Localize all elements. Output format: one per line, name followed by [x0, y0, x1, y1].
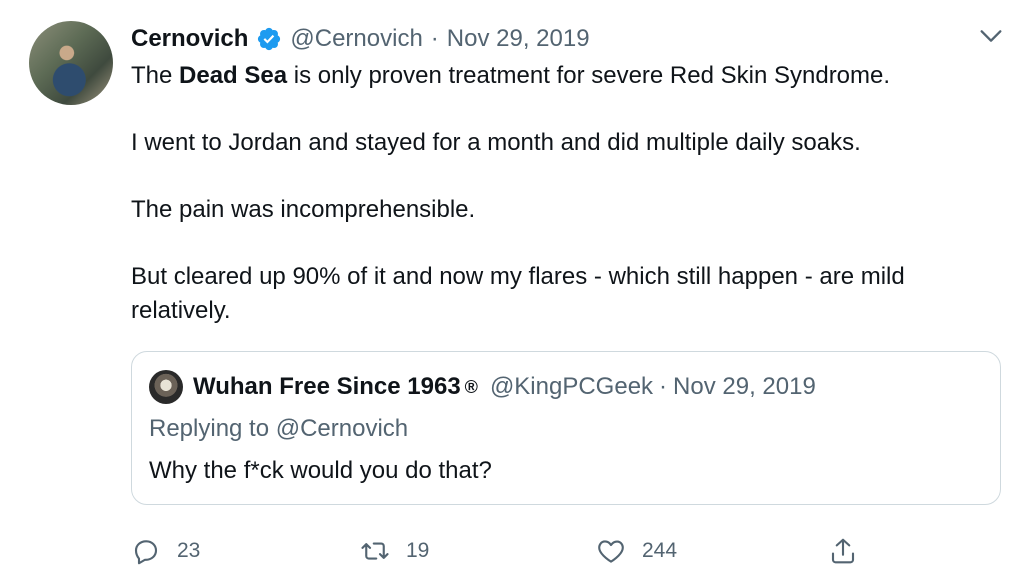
like-count: 244: [642, 539, 678, 562]
registered-mark: ®: [464, 376, 478, 397]
quoted-author-handle: @KingPCGeek: [489, 373, 654, 400]
retweet-button[interactable]: 19: [360, 534, 429, 568]
reply-count: 23: [177, 539, 201, 562]
tweet-text-line-4: But cleared up 90% of it and now my flar…: [131, 263, 905, 324]
quoted-tweet-header: Wuhan Free Since 1963 ® @KingPCGeek · No…: [193, 370, 816, 404]
retweet-count: 19: [406, 539, 430, 562]
quoted-author-name: Wuhan Free Since 1963: [193, 373, 461, 400]
tweet-header: Cernovich @Cernovich · Nov 29, 2019: [131, 22, 590, 56]
like-button[interactable]: 244: [596, 534, 677, 568]
separator-dot: ·: [430, 25, 439, 52]
tweet-actions: 23 19 244: [131, 534, 871, 568]
heart-icon: [598, 540, 624, 563]
author-name[interactable]: Cernovich: [131, 25, 248, 53]
tweet-date[interactable]: Nov 29, 2019: [447, 25, 590, 53]
author-handle[interactable]: @Cernovich: [290, 25, 422, 53]
replying-to: Replying to @Cernovich: [149, 415, 409, 442]
quoted-separator-dot: ·: [659, 373, 668, 400]
author-avatar[interactable]: [29, 21, 113, 105]
quoted-tweet[interactable]: Wuhan Free Since 1963 ® @KingPCGeek · No…: [131, 351, 1001, 505]
chevron-down-icon[interactable]: [977, 22, 1005, 50]
tweet-text-suffix: is only proven treatment for severe Red …: [287, 62, 891, 89]
tweet-text-prefix: The: [131, 62, 180, 89]
reply-button[interactable]: 23: [131, 534, 200, 568]
quoted-author-avatar: [149, 370, 183, 404]
verified-badge-icon: [258, 27, 281, 51]
quoted-tweet-text: Why the f*ck would you do that?: [149, 457, 492, 484]
retweet-icon: [361, 542, 389, 560]
tweet-text-line-2: I went to Jordan and stayed for a month …: [131, 129, 861, 156]
tweet-text-line-1: The Dead Sea is only proven treatment fo…: [131, 59, 991, 93]
reply-icon: [134, 540, 158, 565]
share-button[interactable]: [828, 534, 858, 568]
tweet-text-line-3: The pain was incomprehensible.: [131, 196, 476, 223]
share-icon: [831, 538, 855, 564]
quoted-tweet-date: Nov 29, 2019: [673, 373, 816, 400]
tweet-text-bold: Dead Sea: [179, 62, 288, 89]
